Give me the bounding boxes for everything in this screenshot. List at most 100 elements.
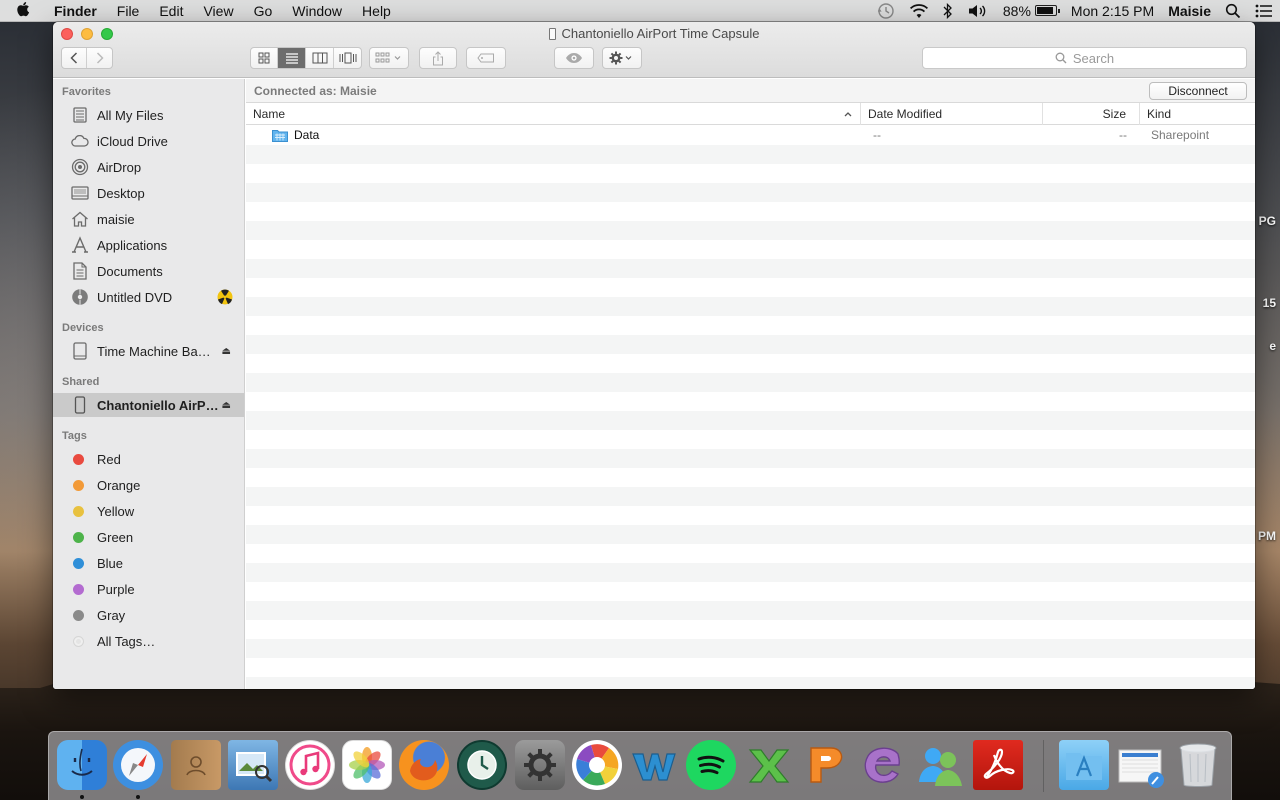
forward-button[interactable] (87, 48, 112, 68)
desktop-file-label[interactable]: 15 (1263, 296, 1276, 310)
time-machine-status-icon[interactable] (870, 2, 902, 20)
dock-spotify-icon[interactable] (686, 740, 736, 790)
sidebar-item-tag[interactable]: Green (53, 525, 244, 549)
sidebar-item-tag[interactable]: Orange (53, 473, 244, 497)
battery-status[interactable]: 88% (996, 0, 1064, 22)
menu-go[interactable]: Go (244, 0, 283, 22)
sidebar-item-desktop[interactable]: Desktop (53, 181, 244, 205)
dock-finder-icon[interactable] (57, 740, 107, 790)
empty-row (246, 677, 1255, 689)
sidebar-item-time-machine-backup[interactable]: Time Machine Ba… ⏏ (53, 339, 244, 363)
edit-tags-button[interactable] (466, 47, 506, 69)
empty-row (246, 658, 1255, 677)
sidebar-item-tag[interactable]: Yellow (53, 499, 244, 523)
dock-downloads-stack-icon[interactable] (1116, 740, 1166, 790)
dock (48, 731, 1232, 800)
sidebar-item-tag[interactable]: Red (53, 447, 244, 471)
history-nav (61, 47, 113, 69)
sidebar-section-shared: Shared (62, 376, 100, 388)
dock-photos-icon[interactable] (342, 740, 392, 790)
sidebar-item-tag[interactable]: All Tags… (53, 629, 244, 653)
sidebar-item-applications[interactable]: Applications (53, 233, 244, 257)
tag-color-dot (73, 505, 84, 517)
menu-file[interactable]: File (107, 0, 150, 22)
column-size-header[interactable]: Size (1043, 103, 1140, 125)
dock-system-preferences-icon[interactable] (515, 740, 565, 790)
dock-itunes-icon[interactable] (285, 740, 335, 790)
dock-acrobat-icon[interactable] (973, 740, 1023, 790)
bluetooth-icon[interactable] (936, 2, 960, 19)
spotlight-icon[interactable] (1218, 3, 1248, 19)
column-name-header[interactable]: Name (246, 103, 861, 125)
dock-word-icon[interactable] (629, 740, 679, 790)
action-menu-button[interactable] (602, 47, 642, 69)
arrange-button[interactable] (369, 47, 409, 69)
share-button[interactable] (419, 47, 457, 69)
column-kind-header[interactable]: Kind (1140, 103, 1255, 125)
sidebar-item-label: Red (97, 451, 121, 467)
menu-view[interactable]: View (193, 0, 243, 22)
disconnect-button[interactable]: Disconnect (1149, 82, 1247, 100)
menu-window[interactable]: Window (282, 0, 352, 22)
sidebar-item-documents[interactable]: Documents (53, 259, 244, 283)
applications-icon (70, 236, 90, 254)
dock-messenger-icon[interactable] (915, 740, 965, 790)
clock[interactable]: Mon 2:15 PM (1064, 0, 1161, 22)
sidebar-item-airdrop[interactable]: AirDrop (53, 155, 244, 179)
file-row[interactable]: Data -- -- Sharepoint (246, 126, 1255, 145)
eject-icon[interactable]: ⏏ (222, 400, 231, 411)
wifi-icon[interactable] (902, 3, 936, 19)
dock-firefox-icon[interactable] (399, 740, 449, 790)
notification-center-icon[interactable] (1248, 4, 1280, 18)
column-date-modified-header[interactable]: Date Modified (861, 103, 1043, 125)
volume-icon[interactable] (960, 3, 996, 19)
dock-picasa-icon[interactable] (572, 740, 622, 790)
dock-entourage-icon[interactable] (858, 740, 908, 790)
menu-edit[interactable]: Edit (149, 0, 193, 22)
cover-flow-view-button[interactable] (334, 48, 361, 68)
sidebar-item-time-capsule[interactable]: Chantoniello AirP… ⏏ (53, 393, 244, 417)
sidebar-item-untitled-dvd[interactable]: Untitled DVD (53, 285, 244, 309)
empty-row (246, 487, 1255, 506)
sidebar-item-icloud-drive[interactable]: iCloud Drive (53, 129, 244, 153)
dock-trash-icon[interactable] (1173, 740, 1223, 790)
dock-contacts-icon[interactable] (171, 740, 221, 790)
sidebar-item-label: Applications (97, 237, 168, 253)
desktop-file-label[interactable]: PM (1258, 529, 1276, 543)
dock-preview-icon[interactable] (228, 740, 278, 790)
sidebar-item-tag[interactable]: Blue (53, 551, 244, 575)
sidebar-item-home[interactable]: maisie (53, 207, 244, 231)
battery-icon (1034, 5, 1060, 16)
user-menu[interactable]: Maisie (1161, 0, 1218, 22)
empty-row (246, 525, 1255, 544)
finder-window: Chantoniello AirPort Time Capsule Search… (53, 22, 1255, 689)
tag-color-dot (73, 609, 84, 621)
sidebar-item-all-my-files[interactable]: All My Files (53, 103, 244, 127)
tag-color-dot-icon (73, 583, 93, 595)
search-field[interactable]: Search (922, 47, 1247, 69)
dock-applications-folder-icon[interactable] (1059, 740, 1109, 790)
icon-view-button[interactable] (251, 48, 278, 68)
list-view-button[interactable] (278, 48, 306, 68)
dock-safari-icon[interactable] (113, 740, 163, 790)
dock-time-machine-icon[interactable] (457, 740, 507, 790)
menu-help[interactable]: Help (352, 0, 401, 22)
apple-menu-icon[interactable] (0, 1, 46, 21)
quick-look-button[interactable] (554, 47, 594, 69)
empty-row (246, 354, 1255, 373)
burn-icon[interactable] (217, 289, 233, 308)
empty-row (246, 582, 1255, 601)
column-view-button[interactable] (306, 48, 334, 68)
dock-powerpoint-icon[interactable] (801, 740, 851, 790)
desktop-file-label[interactable]: PG (1259, 214, 1276, 228)
eject-icon[interactable]: ⏏ (222, 346, 231, 357)
cloud-icon (70, 132, 90, 150)
dock-excel-icon[interactable] (744, 740, 794, 790)
desktop-file-label[interactable]: e (1269, 339, 1276, 353)
empty-row (246, 221, 1255, 240)
window-title-area: Chantoniello AirPort Time Capsule (53, 26, 1255, 41)
back-button[interactable] (62, 48, 87, 68)
sidebar-item-tag[interactable]: Gray (53, 603, 244, 627)
app-menu-finder[interactable]: Finder (46, 0, 107, 22)
sidebar-item-tag[interactable]: Purple (53, 577, 244, 601)
